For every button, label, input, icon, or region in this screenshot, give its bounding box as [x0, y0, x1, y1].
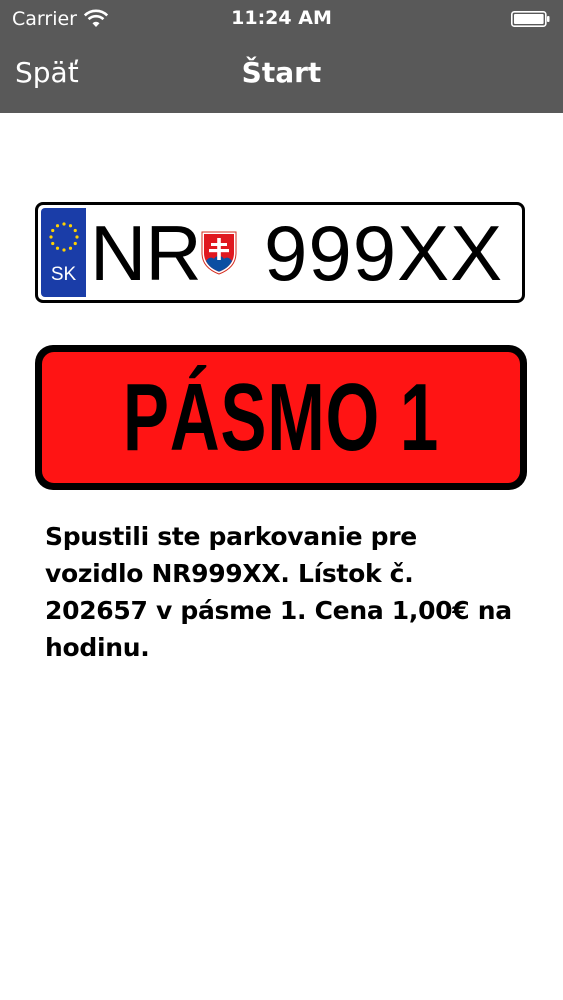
zone-label: PÁSMO 1	[122, 364, 440, 471]
plate-district: NR	[90, 209, 202, 297]
eu-stars-icon	[49, 222, 79, 252]
eu-star	[55, 224, 60, 228]
zone-sign: PÁSMO 1	[35, 345, 527, 490]
eu-star	[68, 246, 73, 250]
page-title: Štart	[241, 56, 322, 89]
eu-star	[62, 248, 66, 252]
eu-star	[73, 241, 77, 246]
status-time: 11:24 AM	[231, 7, 332, 29]
app-header: Carrier 11:24 AM Späť Štart	[0, 0, 563, 113]
eu-star	[49, 235, 53, 239]
battery-icon	[511, 11, 550, 27]
eu-star	[73, 228, 77, 233]
eu-star	[68, 224, 73, 228]
parking-confirmation-message: Spustili ste parkovanie pre vozidlo NR99…	[45, 522, 512, 662]
status-bar: Carrier 11:24 AM	[0, 0, 563, 38]
country-code: SK	[50, 264, 77, 285]
eu-star	[51, 228, 55, 233]
zone-sign-background: PÁSMO 1	[42, 352, 520, 483]
eu-band: SK	[41, 208, 86, 297]
slovak-coat-of-arms-icon	[201, 231, 237, 275]
navigation-bar: Späť Štart	[0, 38, 563, 113]
eu-star	[75, 235, 79, 239]
license-plate: SK NR 999XX	[35, 202, 525, 303]
plate-number: 999XX	[264, 209, 504, 297]
eu-star	[62, 222, 66, 226]
eu-star	[55, 246, 60, 250]
eu-star	[51, 241, 55, 246]
